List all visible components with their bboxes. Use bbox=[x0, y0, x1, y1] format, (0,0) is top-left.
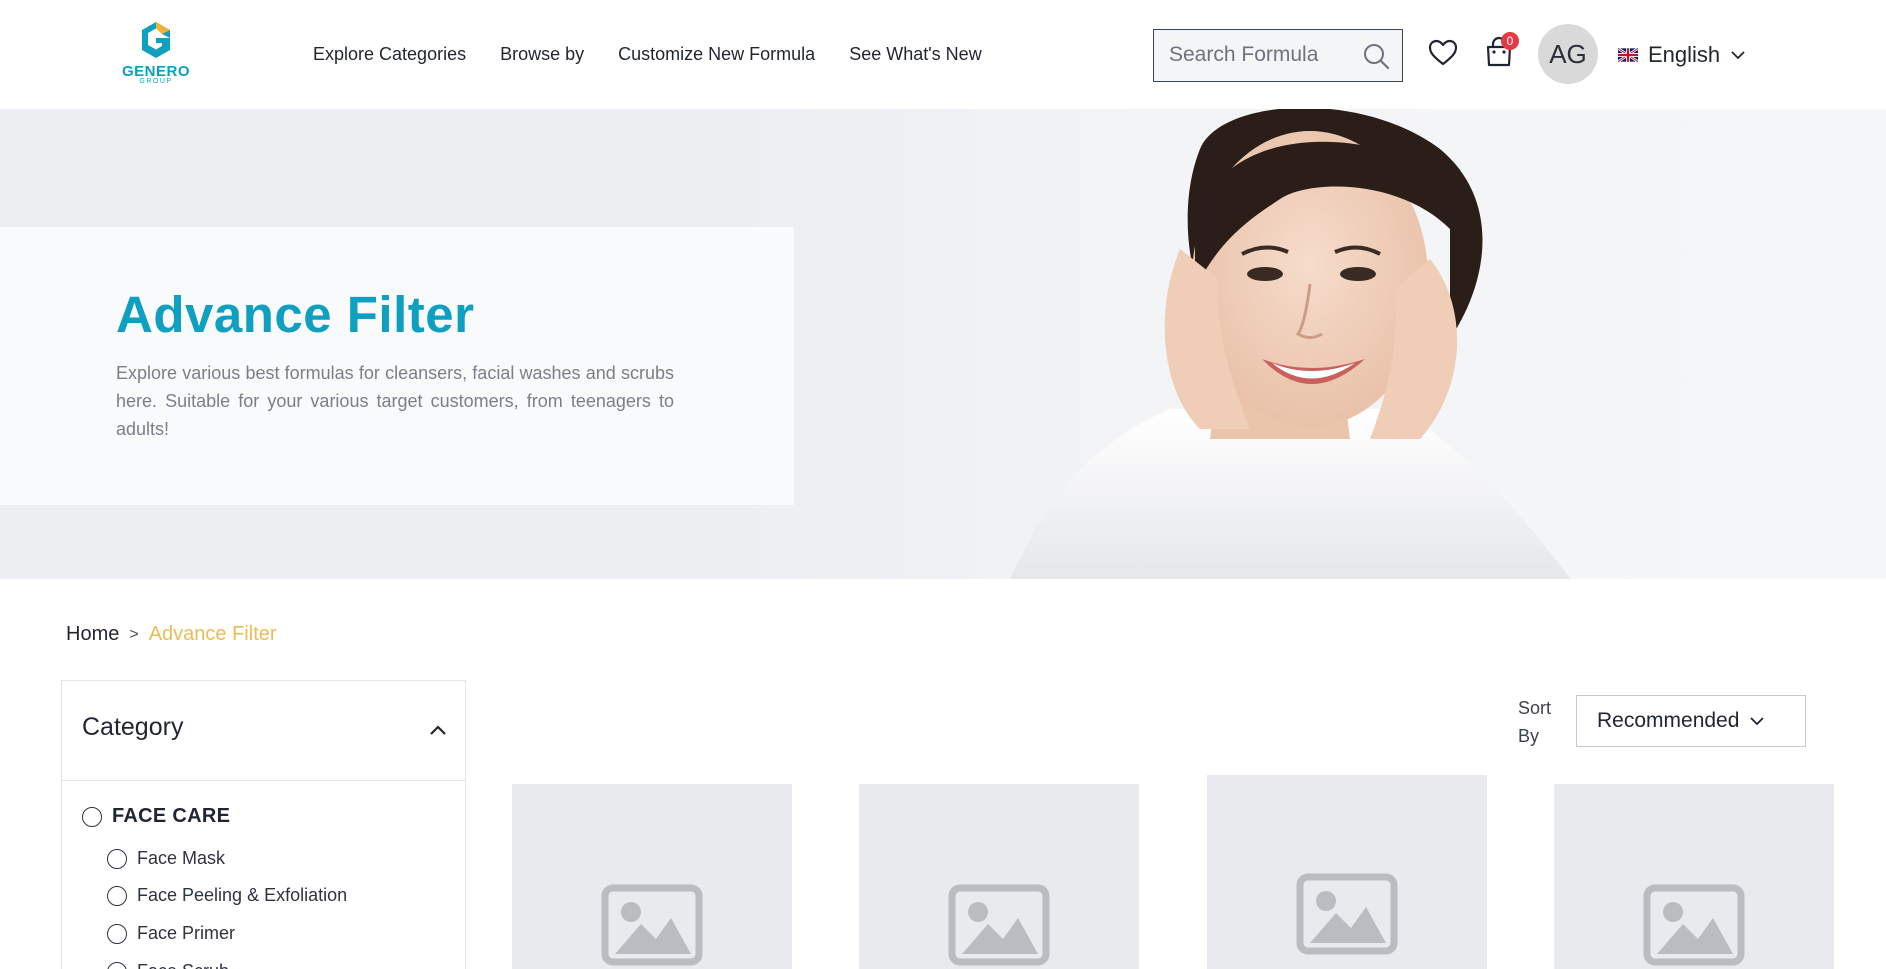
brand-sub: GROUP bbox=[139, 78, 173, 85]
cart-count-badge: 0 bbox=[1501, 32, 1519, 50]
search-input[interactable] bbox=[1154, 30, 1354, 80]
product-card[interactable] bbox=[512, 784, 792, 969]
language-selector[interactable]: English bbox=[1618, 40, 1746, 70]
subcategory-face-scrub-checkbox[interactable] bbox=[107, 961, 127, 969]
subcategory-face-peeling[interactable]: Face Peeling & Exfoliation bbox=[107, 885, 347, 906]
hero-banner: Advance Filter Explore various best form… bbox=[0, 109, 1886, 579]
site-header: GENERO GROUP Explore Categories Browse b… bbox=[0, 0, 1886, 109]
nav-customize-new-formula[interactable]: Customize New Formula bbox=[618, 44, 815, 65]
category-face-care[interactable]: FACE CARE bbox=[82, 805, 230, 828]
subcategory-face-primer[interactable]: Face Primer bbox=[107, 923, 235, 944]
image-placeholder-icon bbox=[601, 884, 703, 966]
nav-browse-by[interactable]: Browse by bbox=[500, 44, 584, 65]
search-box bbox=[1153, 29, 1403, 82]
heart-icon[interactable] bbox=[1428, 38, 1458, 68]
chevron-down-icon bbox=[1731, 51, 1745, 60]
hero-model-image bbox=[1010, 109, 1570, 579]
image-placeholder-icon bbox=[1643, 884, 1745, 966]
logo-mark-icon bbox=[142, 22, 170, 58]
subcategory-face-scrub[interactable]: Face Scrub bbox=[107, 961, 229, 969]
breadcrumb-separator: > bbox=[129, 625, 139, 643]
main-nav: Explore Categories Browse by Customize N… bbox=[313, 44, 982, 65]
category-filter-header[interactable]: Category bbox=[62, 681, 465, 781]
sort-label: Sort By bbox=[1518, 698, 1552, 746]
breadcrumb-home[interactable]: Home bbox=[66, 623, 119, 646]
image-placeholder-icon bbox=[948, 884, 1050, 966]
image-placeholder-icon bbox=[1296, 873, 1398, 955]
category-face-care-checkbox[interactable] bbox=[82, 806, 102, 827]
subcategory-label: Face Scrub bbox=[137, 961, 229, 969]
hero-description: Explore various best formulas for cleans… bbox=[116, 363, 674, 439]
page-title: Advance Filter bbox=[116, 286, 475, 343]
sort-dropdown[interactable]: Recommended bbox=[1576, 695, 1806, 747]
product-card[interactable] bbox=[859, 784, 1139, 969]
subcategory-label: Face Peeling & Exfoliation bbox=[137, 885, 348, 905]
subcategory-face-peeling-checkbox[interactable] bbox=[107, 885, 127, 906]
sort-value: Recommended bbox=[1597, 709, 1740, 732]
language-label: English bbox=[1648, 42, 1721, 67]
user-avatar[interactable]: AG bbox=[1538, 24, 1598, 84]
category-filter-title: Category bbox=[82, 713, 184, 741]
category-face-care-label: FACE CARE bbox=[112, 805, 231, 827]
product-card[interactable] bbox=[1554, 784, 1834, 969]
subcategory-face-mask[interactable]: Face Mask bbox=[107, 848, 225, 869]
subcategory-face-mask-checkbox[interactable] bbox=[107, 848, 127, 869]
product-card[interactable] bbox=[1207, 775, 1487, 969]
subcategory-label: Face Mask bbox=[137, 848, 226, 868]
chevron-down-icon bbox=[1750, 717, 1765, 726]
subcategory-label: Face Primer bbox=[137, 923, 236, 943]
breadcrumb: Home > Advance Filter bbox=[66, 623, 277, 646]
category-filter-panel: Category FACE CARE Face Mask Face Peelin… bbox=[61, 680, 466, 969]
subcategory-face-primer-checkbox[interactable] bbox=[107, 923, 127, 944]
breadcrumb-current: Advance Filter bbox=[148, 623, 277, 645]
uk-flag-icon bbox=[1618, 48, 1638, 62]
chevron-up-icon[interactable] bbox=[427, 719, 449, 741]
nav-see-whats-new[interactable]: See What's New bbox=[849, 44, 982, 65]
search-icon[interactable] bbox=[1362, 42, 1390, 70]
brand-logo[interactable]: GENERO GROUP bbox=[118, 20, 194, 86]
nav-explore-categories[interactable]: Explore Categories bbox=[313, 44, 466, 65]
